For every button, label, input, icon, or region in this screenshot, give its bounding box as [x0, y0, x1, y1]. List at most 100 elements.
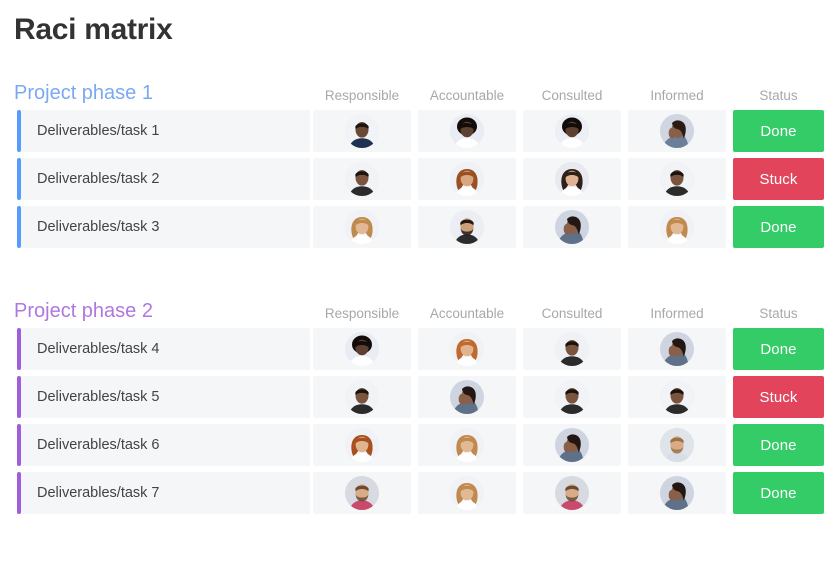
cell-consulted[interactable] — [523, 206, 621, 248]
role-cells: Stuck — [313, 376, 829, 418]
column-header-consulted: Consulted — [541, 306, 603, 321]
status-badge[interactable]: Done — [733, 472, 824, 514]
task-name-cell[interactable]: Deliverables/task 6 — [21, 424, 310, 466]
cell-status[interactable]: Done — [733, 424, 824, 466]
table-row[interactable]: Deliverables/task 3 Done — [0, 206, 829, 248]
status-badge[interactable]: Done — [733, 206, 824, 248]
status-badge[interactable]: Done — [733, 110, 824, 152]
cell-consulted[interactable] — [523, 158, 621, 200]
avatar-informed[interactable] — [660, 114, 694, 148]
cell-consulted[interactable] — [523, 110, 621, 152]
role-cells: Done — [313, 206, 829, 248]
avatar-consulted[interactable] — [555, 476, 589, 510]
avatar-accountable[interactable] — [450, 476, 484, 510]
cell-consulted[interactable] — [523, 472, 621, 514]
cell-informed[interactable] — [628, 158, 726, 200]
cell-consulted[interactable] — [523, 376, 621, 418]
cell-accountable[interactable] — [418, 472, 516, 514]
cell-informed[interactable] — [628, 376, 726, 418]
column-header-consulted: Consulted — [541, 88, 603, 103]
avatar-informed[interactable] — [660, 380, 694, 414]
cell-informed[interactable] — [628, 110, 726, 152]
avatar-consulted[interactable] — [555, 210, 589, 244]
cell-status[interactable]: Done — [733, 472, 824, 514]
avatar-consulted[interactable] — [555, 380, 589, 414]
task-name-cell[interactable]: Deliverables/task 3 — [21, 206, 310, 248]
role-cells: Done — [313, 424, 829, 466]
cell-informed[interactable] — [628, 206, 726, 248]
table-row[interactable]: Deliverables/task 1 Done — [0, 110, 829, 152]
cell-status[interactable]: Done — [733, 328, 824, 370]
avatar-responsible[interactable] — [345, 476, 379, 510]
column-header-accountable: Accountable — [429, 88, 505, 103]
avatar-responsible[interactable] — [345, 332, 379, 366]
table-row[interactable]: Deliverables/task 4 Done — [0, 328, 829, 370]
status-badge[interactable]: Done — [733, 328, 824, 370]
task-name-cell[interactable]: Deliverables/task 4 — [21, 328, 310, 370]
avatar-informed[interactable] — [660, 162, 694, 196]
avatar-consulted[interactable] — [555, 428, 589, 462]
status-badge[interactable]: Done — [733, 424, 824, 466]
avatar-accountable[interactable] — [450, 428, 484, 462]
avatar-responsible[interactable] — [345, 428, 379, 462]
avatar-responsible[interactable] — [345, 210, 379, 244]
status-badge[interactable]: Stuck — [733, 376, 824, 418]
avatar-accountable[interactable] — [450, 162, 484, 196]
avatar-informed[interactable] — [660, 332, 694, 366]
table-row[interactable]: Deliverables/task 2 Stuck — [0, 158, 829, 200]
avatar-responsible[interactable] — [345, 380, 379, 414]
cell-informed[interactable] — [628, 328, 726, 370]
avatar-informed[interactable] — [660, 428, 694, 462]
avatar-consulted[interactable] — [555, 114, 589, 148]
cell-responsible[interactable] — [313, 472, 411, 514]
task-name-cell[interactable]: Deliverables/task 1 — [21, 110, 310, 152]
section-phase-2: Project phase 2 Responsible Accountable Con… — [0, 292, 829, 514]
cell-responsible[interactable] — [313, 158, 411, 200]
table-row[interactable]: Deliverables/task 6 Done — [0, 424, 829, 466]
task-name-cell[interactable]: Deliverables/task 2 — [21, 158, 310, 200]
cell-responsible[interactable] — [313, 424, 411, 466]
cell-informed[interactable] — [628, 472, 726, 514]
cell-status[interactable]: Done — [733, 110, 824, 152]
avatar-consulted[interactable] — [555, 332, 589, 366]
cell-consulted[interactable] — [523, 328, 621, 370]
cell-status[interactable]: Stuck — [733, 376, 824, 418]
section-title: Project phase 1 — [14, 82, 153, 104]
avatar-informed[interactable] — [660, 476, 694, 510]
avatar-accountable[interactable] — [450, 114, 484, 148]
role-cells: Stuck — [313, 158, 829, 200]
cell-accountable[interactable] — [418, 206, 516, 248]
cell-responsible[interactable] — [313, 110, 411, 152]
avatar-responsible[interactable] — [345, 114, 379, 148]
cell-accountable[interactable] — [418, 328, 516, 370]
task-name-cell[interactable]: Deliverables/task 5 — [21, 376, 310, 418]
cell-responsible[interactable] — [313, 206, 411, 248]
cell-accountable[interactable] — [418, 424, 516, 466]
cell-accountable[interactable] — [418, 110, 516, 152]
section-title: Project phase 2 — [14, 300, 153, 322]
table-row[interactable]: Deliverables/task 7 Done — [0, 472, 829, 514]
avatar-consulted[interactable] — [555, 162, 589, 196]
cell-responsible[interactable] — [313, 376, 411, 418]
table-row[interactable]: Deliverables/task 5 Stuck — [0, 376, 829, 418]
cell-accountable[interactable] — [418, 376, 516, 418]
avatar-accountable[interactable] — [450, 380, 484, 414]
avatar-informed[interactable] — [660, 210, 694, 244]
cell-accountable[interactable] — [418, 158, 516, 200]
avatar-responsible[interactable] — [345, 162, 379, 196]
rows-container: Deliverables/task 4 Done Deliverables/task… — [0, 328, 829, 514]
avatar-accountable[interactable] — [450, 332, 484, 366]
column-header-responsible: Responsible — [324, 88, 400, 103]
column-header-status: Status — [759, 88, 798, 103]
raci-matrix-page: Raci matrix Project phase 1 Responsible Ac… — [0, 0, 829, 574]
column-header-informed: Informed — [650, 88, 704, 103]
cell-responsible[interactable] — [313, 328, 411, 370]
avatar-accountable[interactable] — [450, 210, 484, 244]
cell-status[interactable]: Done — [733, 206, 824, 248]
status-badge[interactable]: Stuck — [733, 158, 824, 200]
task-name-cell[interactable]: Deliverables/task 7 — [21, 472, 310, 514]
rows-container: Deliverables/task 1 Done Deliverables/task… — [0, 110, 829, 248]
cell-status[interactable]: Stuck — [733, 158, 824, 200]
cell-informed[interactable] — [628, 424, 726, 466]
cell-consulted[interactable] — [523, 424, 621, 466]
